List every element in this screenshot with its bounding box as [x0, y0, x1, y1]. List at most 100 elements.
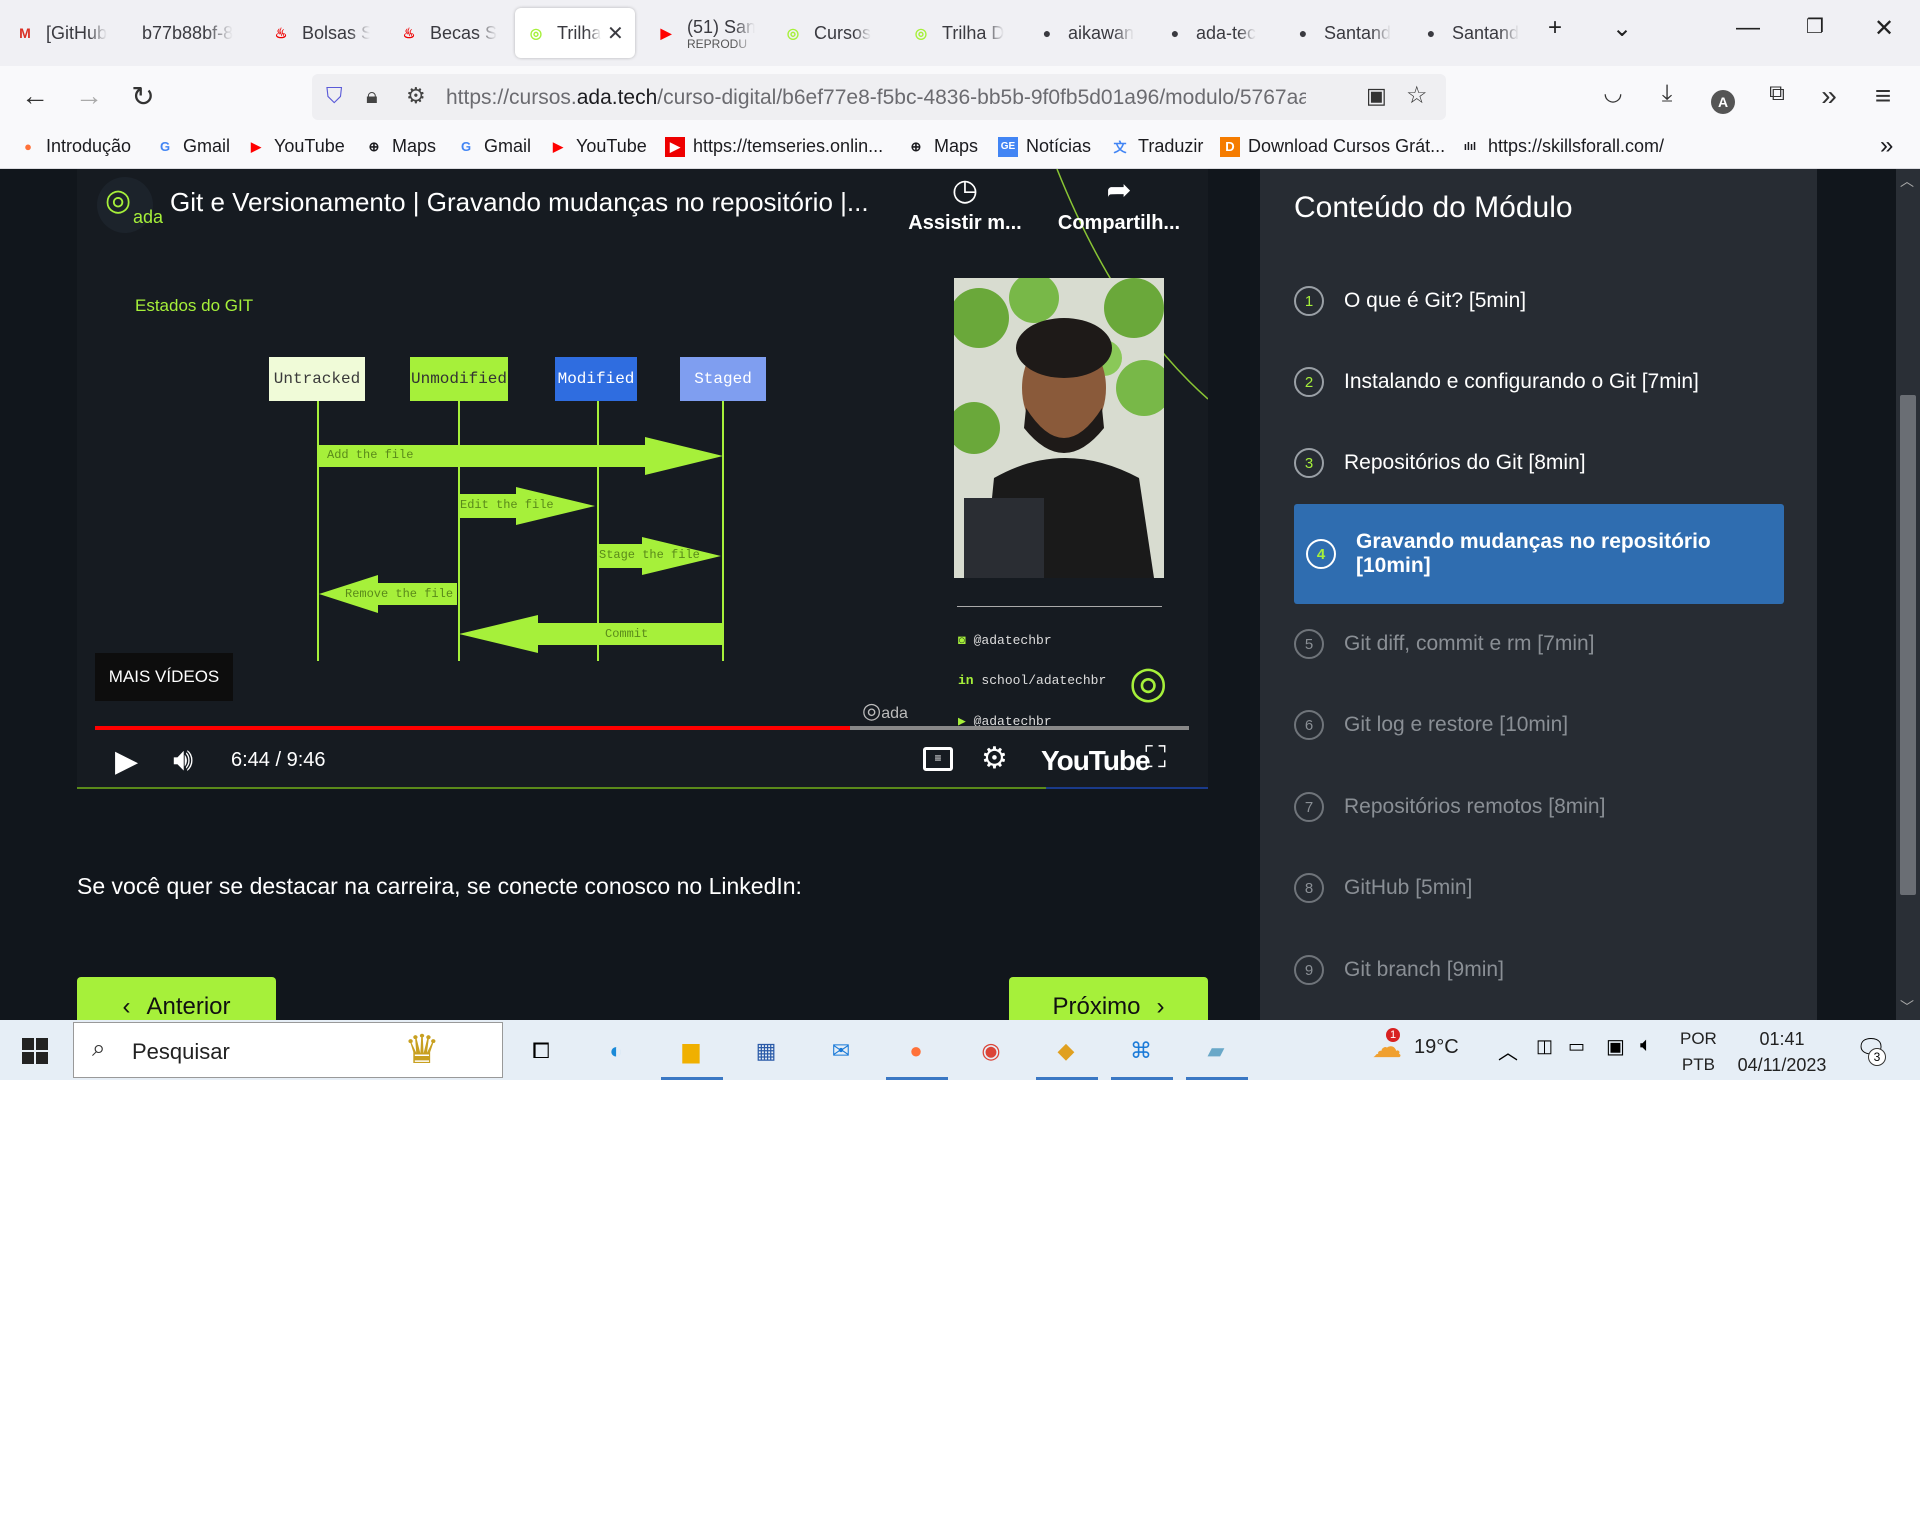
- reader-view-icon[interactable]: ▣: [1366, 83, 1387, 109]
- account-icon[interactable]: A: [1706, 82, 1740, 114]
- module-item-9[interactable]: 9 Git branch [9min]: [1294, 950, 1784, 990]
- bookmark-gmail-2[interactable]: G Gmail: [456, 136, 531, 157]
- pocket-icon[interactable]: ◡: [1596, 80, 1630, 106]
- more-videos-button[interactable]: MAIS VÍDEOS: [95, 653, 233, 701]
- page-scrollbar[interactable]: ︿ ﹀: [1896, 169, 1920, 1020]
- tab-github-mail[interactable]: M [GitHub: [14, 8, 118, 58]
- windows-taskbar: ⌕ Pesquisar ♛ ⧠ ◐ ▆ ▦ ✉ ● ◉ ◆ ⌘ ▰ ☁ 1 19°…: [0, 1020, 1920, 1080]
- store-icon[interactable]: ▦: [747, 1032, 785, 1070]
- windows-start-icon[interactable]: [16, 1032, 54, 1070]
- bookmark-traduzir[interactable]: 文 Traduzir: [1110, 136, 1203, 157]
- module-item-6[interactable]: 6 Git log e restore [10min]: [1294, 705, 1784, 745]
- tab-trilha-active[interactable]: ◎ Trilha ✕: [515, 8, 635, 58]
- bookmark-youtube-2[interactable]: ▶ YouTube: [548, 136, 647, 157]
- notepad-icon[interactable]: ▰: [1197, 1032, 1235, 1070]
- address-bar[interactable]: ⛉ 🔒︎ ⚙ https://cursos.ada.tech/curso-dig…: [312, 74, 1446, 120]
- scroll-down-icon[interactable]: ﹀: [1900, 997, 1914, 1017]
- tab-b77b88bf[interactable]: b77b88bf-8: [142, 8, 242, 58]
- bookmark-noticias[interactable]: GE Notícias: [998, 136, 1091, 157]
- show-hidden-icons[interactable]: ︿: [1498, 1036, 1518, 1065]
- battery-icon[interactable]: ▭: [1568, 1036, 1585, 1057]
- speaker-icon[interactable]: 🔈︎: [1640, 1034, 1652, 1057]
- lock-icon[interactable]: 🔒︎: [366, 83, 378, 109]
- bookmark-gmail-1[interactable]: G Gmail: [155, 136, 230, 157]
- bookmark-star-icon[interactable]: ☆: [1406, 81, 1428, 110]
- firefox-taskbar-icon[interactable]: ●: [897, 1032, 935, 1070]
- chrome-icon[interactable]: ◉: [972, 1032, 1010, 1070]
- reload-icon[interactable]: ↻: [126, 80, 160, 113]
- vscode-icon[interactable]: ⌘: [1122, 1032, 1160, 1070]
- gitkraken-icon[interactable]: ◆: [1047, 1032, 1085, 1070]
- tab-ada-tech[interactable]: ● ada-tec: [1164, 8, 1264, 58]
- tab-santand-1[interactable]: ● Santand: [1292, 8, 1392, 58]
- bookmark-temseries[interactable]: ▶ https://temseries.onlin...: [665, 136, 883, 157]
- bookmark-download-cursos[interactable]: D Download Cursos Grát...: [1220, 136, 1445, 157]
- youtube-logo[interactable]: YouTube: [1041, 745, 1151, 777]
- permissions-icon[interactable]: ⚙: [406, 83, 426, 109]
- fullscreen-icon[interactable]: ⛶: [1145, 741, 1166, 775]
- progress-bar[interactable]: [95, 726, 1189, 730]
- tracking-shield-icon[interactable]: ⛉: [326, 83, 343, 109]
- next-button[interactable]: Próximo ›: [1009, 977, 1208, 1020]
- instagram-icon: ◙: [958, 633, 966, 648]
- bookmark-introducao[interactable]: ● Introdução: [18, 136, 131, 157]
- meet-now-icon[interactable]: ◫: [1536, 1036, 1553, 1057]
- bookmark-skillsforall[interactable]: ılıl https://skillsforall.com/: [1460, 136, 1664, 157]
- tab-cursos[interactable]: ◎ Cursos: [782, 8, 882, 58]
- module-item-1[interactable]: 1O que é Git? [5min]: [1294, 281, 1784, 321]
- youtube-icon: ▶: [660, 24, 672, 41]
- edge-icon[interactable]: ◐: [597, 1032, 635, 1070]
- globe-icon: ⊕: [368, 138, 380, 154]
- scrollbar-thumb[interactable]: [1900, 395, 1916, 895]
- back-icon[interactable]: ←: [18, 80, 52, 112]
- notifications-icon[interactable]: 🗨︎3: [1856, 1034, 1886, 1066]
- d-icon: D: [1220, 136, 1240, 157]
- play-icon[interactable]: ▶: [115, 744, 138, 779]
- overflow-menu-icon[interactable]: »: [1812, 80, 1846, 112]
- taskbar-search[interactable]: ⌕ Pesquisar ♛: [73, 1022, 503, 1078]
- list-tabs-icon[interactable]: ⌄: [1612, 14, 1632, 43]
- close-window-icon[interactable]: ✕: [1874, 14, 1894, 43]
- clock[interactable]: 01:41 04/11/2023: [1734, 1026, 1830, 1078]
- page-content: ◎ ada Git e Versionamento | Gravando muda…: [0, 169, 1920, 1020]
- tab-trilha-d[interactable]: ◎ Trilha D: [910, 8, 1010, 58]
- bookmarks-overflow-icon[interactable]: »: [1880, 132, 1893, 160]
- video-player[interactable]: ◎ ada Git e Versionamento | Gravando muda…: [77, 169, 1208, 789]
- module-item-2[interactable]: 2 Instalando e configurando o Git [7min]: [1294, 362, 1784, 402]
- restore-icon[interactable]: ❐: [1806, 14, 1824, 39]
- bookmark-maps-1[interactable]: ⊕ Maps: [364, 136, 436, 157]
- url-text[interactable]: https://cursos.ada.tech/curso-digital/b6…: [446, 86, 1306, 110]
- bookmark-youtube-1[interactable]: ▶ YouTube: [246, 136, 345, 157]
- tab-youtube[interactable]: ▶ (51) San REPRODU: [655, 8, 755, 58]
- hamburger-menu-icon[interactable]: ≡: [1866, 80, 1900, 112]
- bookmark-maps-2[interactable]: ⊕ Maps: [906, 136, 978, 157]
- tab-santand-2[interactable]: ● Santand: [1420, 8, 1520, 58]
- downloads-icon[interactable]: ⤓: [1650, 80, 1684, 108]
- vscode-running-indicator: [1111, 1077, 1173, 1080]
- new-tab-icon[interactable]: +: [1548, 14, 1562, 42]
- network-icon[interactable]: ▣: [1606, 1034, 1625, 1059]
- module-item-5[interactable]: 5 Git diff, commit e rm [7min]: [1294, 624, 1784, 664]
- task-view-icon[interactable]: ⧠: [522, 1032, 560, 1070]
- module-item-8[interactable]: 8 GitHub [5min]: [1294, 868, 1784, 908]
- weather-widget[interactable]: ☁ 1 19°C: [1372, 1028, 1459, 1065]
- forward-icon[interactable]: →: [72, 80, 106, 112]
- scroll-up-icon[interactable]: ︿: [1900, 171, 1914, 191]
- close-tab-icon[interactable]: ✕: [607, 21, 624, 46]
- minimize-icon[interactable]: —: [1736, 14, 1760, 42]
- volume-icon[interactable]: 🔊︎: [173, 741, 193, 779]
- tab-bolsas[interactable]: ♨ Bolsas S: [270, 8, 370, 58]
- mail-icon[interactable]: ✉: [822, 1032, 860, 1070]
- tab-becas[interactable]: ♨ Becas S: [398, 8, 498, 58]
- tab-aikawan[interactable]: ● aikawan: [1036, 8, 1136, 58]
- settings-icon[interactable]: ⚙: [981, 741, 1008, 776]
- file-explorer-icon[interactable]: ▆: [672, 1032, 710, 1070]
- language-indicator[interactable]: POR PTB: [1680, 1026, 1717, 1078]
- previous-button[interactable]: ‹ Anterior: [77, 977, 276, 1020]
- module-item-4-active[interactable]: 4 Gravando mudanças no repositório [10min…: [1294, 504, 1784, 604]
- google-icon: G: [159, 139, 171, 154]
- extensions-icon[interactable]: ⧉: [1760, 80, 1794, 106]
- subtitles-icon[interactable]: ≡: [923, 747, 953, 771]
- module-item-7[interactable]: 7 Repositórios remotos [8min]: [1294, 787, 1784, 827]
- module-item-3[interactable]: 3 Repositórios do Git [8min]: [1294, 443, 1784, 483]
